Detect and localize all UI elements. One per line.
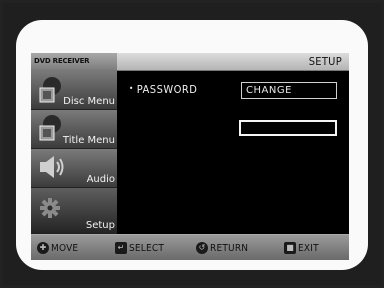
hint-select: ↵ SELECT: [115, 241, 164, 255]
sidebar-item-label: Title Menu: [62, 135, 115, 146]
password-input[interactable]: [239, 120, 337, 136]
sidebar-item-setup[interactable]: Setup: [31, 188, 117, 234]
sidebar-item-title-menu[interactable]: Title Menu: [31, 110, 117, 149]
sidebar-item-label: Setup: [85, 220, 115, 231]
hint-move: ✚ MOVE: [37, 241, 78, 255]
exit-icon: ■: [284, 242, 296, 254]
return-icon: ↺: [196, 242, 208, 254]
speaker-icon: [40, 156, 64, 178]
osd-window: DVD RECEIVER SETUP Disc Menu Title Menu: [31, 53, 349, 260]
title-icon: [39, 115, 61, 141]
hint-label: EXIT: [298, 242, 319, 254]
hint-label: MOVE: [51, 242, 79, 254]
hint-label: RETURN: [210, 242, 249, 254]
brand-label: DVD RECEIVER: [31, 53, 117, 70]
enter-icon: ↵: [115, 242, 127, 254]
dpad-icon: ✚: [37, 242, 49, 254]
hint-label: SELECT: [129, 242, 165, 254]
bullet-icon: •: [129, 84, 134, 93]
sidebar-item-label: Audio: [86, 174, 115, 185]
sidebar-item-label: Disc Menu: [63, 96, 115, 107]
section-title: SETUP: [308, 55, 342, 68]
password-row: • PASSWORD: [129, 83, 197, 96]
osd-header: DVD RECEIVER SETUP: [31, 53, 349, 71]
sidebar: Disc Menu Title Menu Audio Setup: [31, 71, 117, 234]
sidebar-item-audio[interactable]: Audio: [31, 149, 117, 188]
password-label: PASSWORD: [136, 83, 198, 96]
change-password-button[interactable]: CHANGE: [241, 82, 337, 99]
setup-content: • PASSWORD CHANGE: [117, 71, 349, 234]
hint-return: ↺ RETURN: [196, 241, 248, 255]
hint-exit: ■ EXIT: [284, 241, 319, 255]
disc-icon: [39, 77, 61, 103]
footer-hints: ✚ MOVE ↵ SELECT ↺ RETURN ■ EXIT: [31, 234, 349, 260]
gear-icon: [40, 198, 60, 218]
sidebar-item-disc-menu[interactable]: Disc Menu: [31, 71, 117, 110]
